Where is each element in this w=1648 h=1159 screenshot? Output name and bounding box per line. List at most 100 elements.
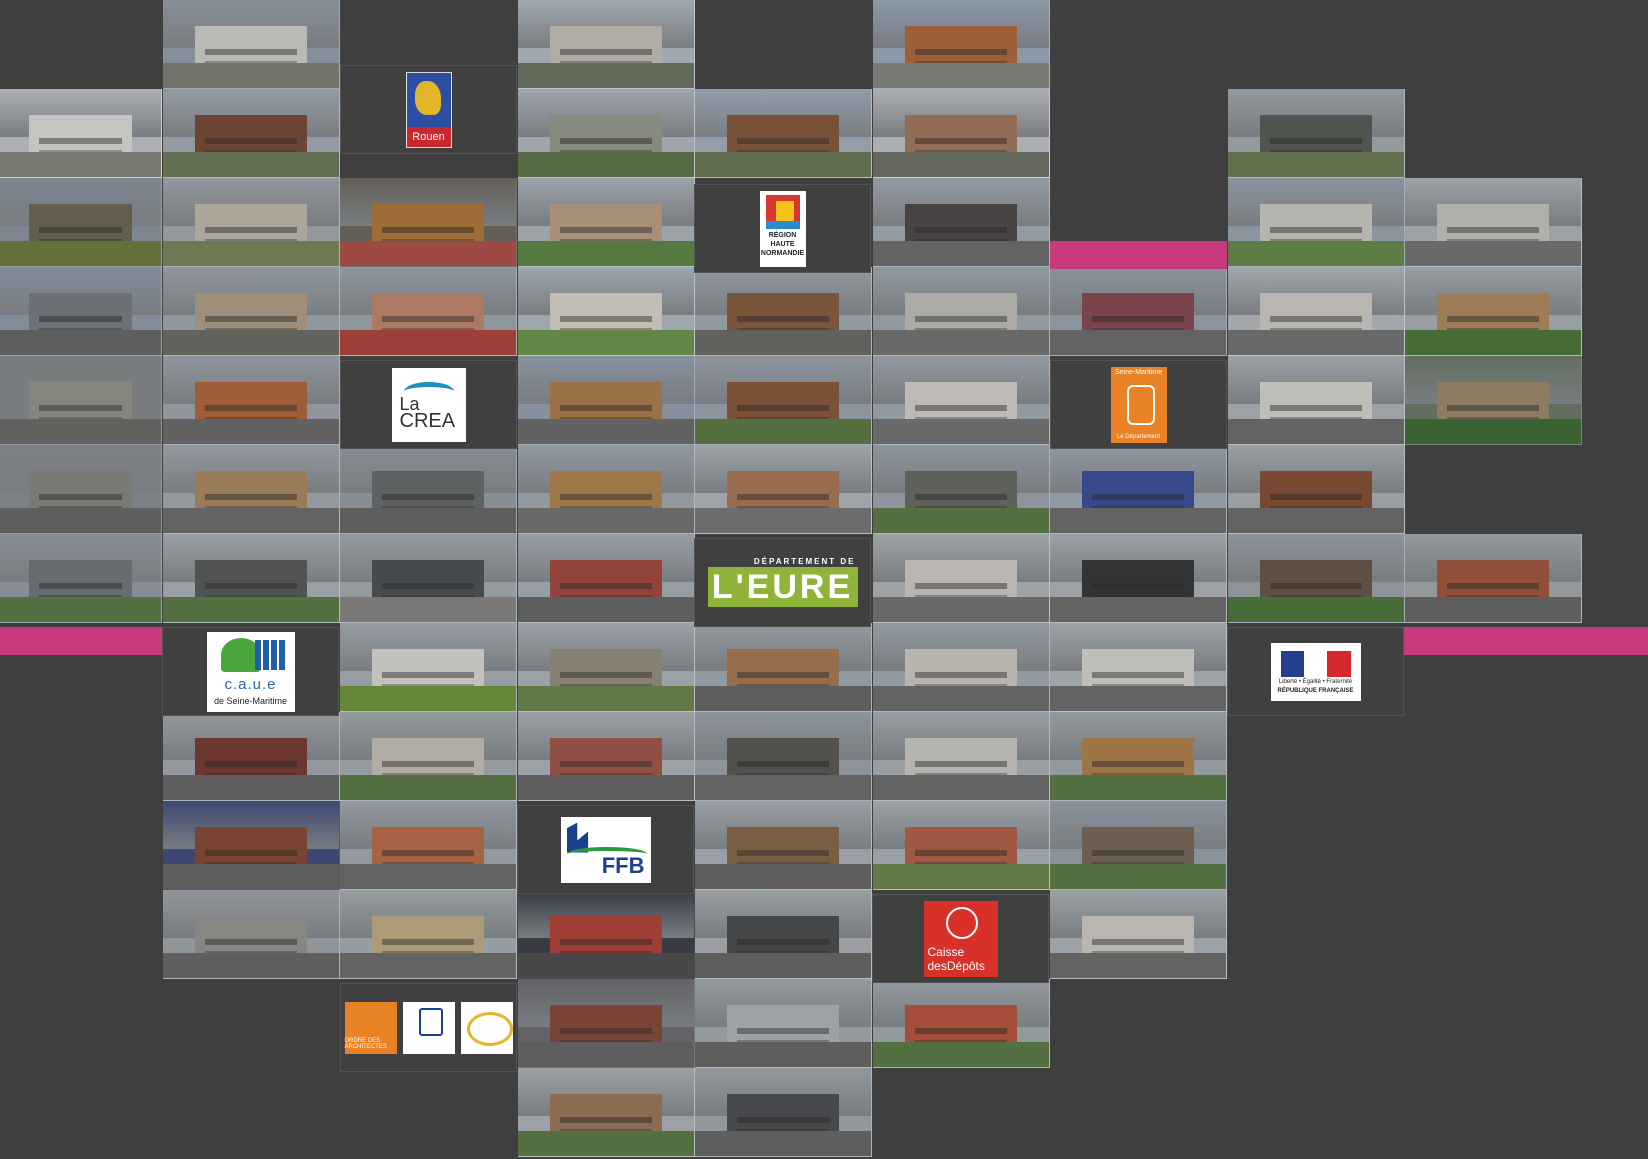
building-photo [1228, 178, 1405, 267]
logo-tile-architectes: ORDRE DES ARCHITECTES [340, 983, 517, 1072]
lion-icon [414, 80, 441, 115]
building-photo [695, 979, 872, 1068]
building-photo [518, 0, 695, 89]
building-photo [518, 623, 695, 712]
building-photo [518, 890, 695, 979]
accent-bar-right [1404, 627, 1648, 655]
building-photo [695, 712, 872, 801]
building-photo [0, 89, 162, 178]
building-photo [0, 178, 162, 267]
building-photo [518, 356, 695, 445]
building-photo [340, 712, 517, 801]
building-photo [1405, 267, 1582, 356]
building-photo [1228, 534, 1405, 623]
building-photo [163, 0, 340, 89]
building-photo [340, 890, 517, 979]
building-photo [340, 178, 517, 267]
seine-maritime-title: Seine-Maritime [1114, 368, 1163, 376]
building-photo [1228, 356, 1405, 445]
building-photo [873, 356, 1050, 445]
seine-maritime-logo: Seine-Maritime Le Département [1110, 366, 1167, 443]
ring-icon [466, 1011, 513, 1046]
caue-logo: c.a.u.e de Seine-Maritime [206, 631, 295, 712]
building-photo [163, 356, 340, 445]
building-photo [518, 267, 695, 356]
building-photo [873, 623, 1050, 712]
building-photo [1228, 267, 1405, 356]
building-photo [1405, 356, 1582, 445]
eure-main-text: L'EURE [707, 566, 858, 607]
rouen-logo-text: Rouen [406, 126, 451, 147]
building-photo [163, 445, 340, 534]
building-photo [695, 623, 872, 712]
building-photo [1050, 712, 1227, 801]
eure-top-text: DÉPARTEMENT DE [753, 556, 856, 566]
building-photo [1050, 801, 1227, 890]
building-photo [0, 356, 162, 445]
figures-icon [1126, 384, 1155, 425]
building-photo [1050, 445, 1227, 534]
building-photo [1050, 267, 1227, 356]
building-photo [163, 534, 340, 623]
republique-francaise-logo: Liberté • Égalité • Fraternité RÉPUBLIQU… [1270, 642, 1361, 701]
cdc-line2: desDépôts [927, 958, 985, 973]
building-photo [518, 89, 695, 178]
building-photo [695, 356, 872, 445]
logo-tile-crea: La CREA [340, 360, 517, 449]
ma-logo [460, 1001, 513, 1054]
building-photo [873, 267, 1050, 356]
building-photo [1228, 445, 1405, 534]
building-photo [0, 534, 162, 623]
seine-maritime-subtitle: Le Département [1116, 433, 1161, 440]
accent-bar-top [1050, 241, 1227, 269]
architects-council-logo [402, 1001, 455, 1054]
building-photo [695, 445, 872, 534]
building-photo [340, 445, 517, 534]
building-photo [340, 534, 517, 623]
logo-tile-eure: DÉPARTEMENT DE L'EURE [694, 538, 871, 627]
building-photo [1228, 89, 1405, 178]
building-photo [1050, 534, 1227, 623]
building-photo [518, 178, 695, 267]
building-photo [163, 178, 340, 267]
republique-motto: Liberté • Égalité • Fraternité [1278, 678, 1353, 685]
building-photo [518, 534, 695, 623]
logo-tile-region-haute-normandie: RÉGION HAUTE NORMANDIE [694, 184, 871, 273]
building-photo [873, 801, 1050, 890]
building-photo [873, 178, 1050, 267]
accent-bar-left [0, 627, 162, 655]
building-photo [163, 801, 340, 890]
caue-sub-text: de Seine-Maritime [213, 695, 288, 706]
house-icon [418, 1007, 443, 1036]
caisse-des-depots-logo: Caisse desDépôts [923, 900, 998, 977]
building-photo [163, 890, 340, 979]
building-photo [1050, 890, 1227, 979]
ordre-architectes-logo: ORDRE DES ARCHITECTES [344, 1001, 397, 1054]
building-photo [873, 534, 1050, 623]
building-photo [1405, 178, 1582, 267]
building-photo [873, 712, 1050, 801]
building-photo [873, 89, 1050, 178]
building-photo [163, 712, 340, 801]
region-haute-normandie-logo: RÉGION HAUTE NORMANDIE [759, 190, 806, 267]
building-photo [340, 623, 517, 712]
logo-tile-republique: Liberté • Égalité • Fraternité RÉPUBLIQU… [1227, 627, 1404, 716]
ffb-logo: FFB [560, 816, 651, 883]
building-photo [0, 267, 162, 356]
building-photo [340, 267, 517, 356]
logo-tile-seine-maritime: Seine-Maritime Le Département [1050, 360, 1227, 449]
building-photo [340, 801, 517, 890]
logo-tile-caue: c.a.u.e de Seine-Maritime [162, 627, 339, 716]
rouen-logo: Rouen [405, 71, 452, 148]
building-photo [695, 1068, 872, 1157]
building-photo [518, 979, 695, 1068]
crea-logo: La CREA [391, 367, 466, 442]
ffb-text: FFB [601, 852, 645, 878]
logo-tile-ffb: FFB [517, 805, 694, 894]
building-photo [1050, 623, 1227, 712]
seal-icon [945, 906, 978, 939]
flag-icon [1280, 650, 1351, 677]
eure-logo: DÉPARTEMENT DE L'EURE [707, 553, 858, 613]
building-photo [518, 712, 695, 801]
building-photo [0, 445, 162, 534]
